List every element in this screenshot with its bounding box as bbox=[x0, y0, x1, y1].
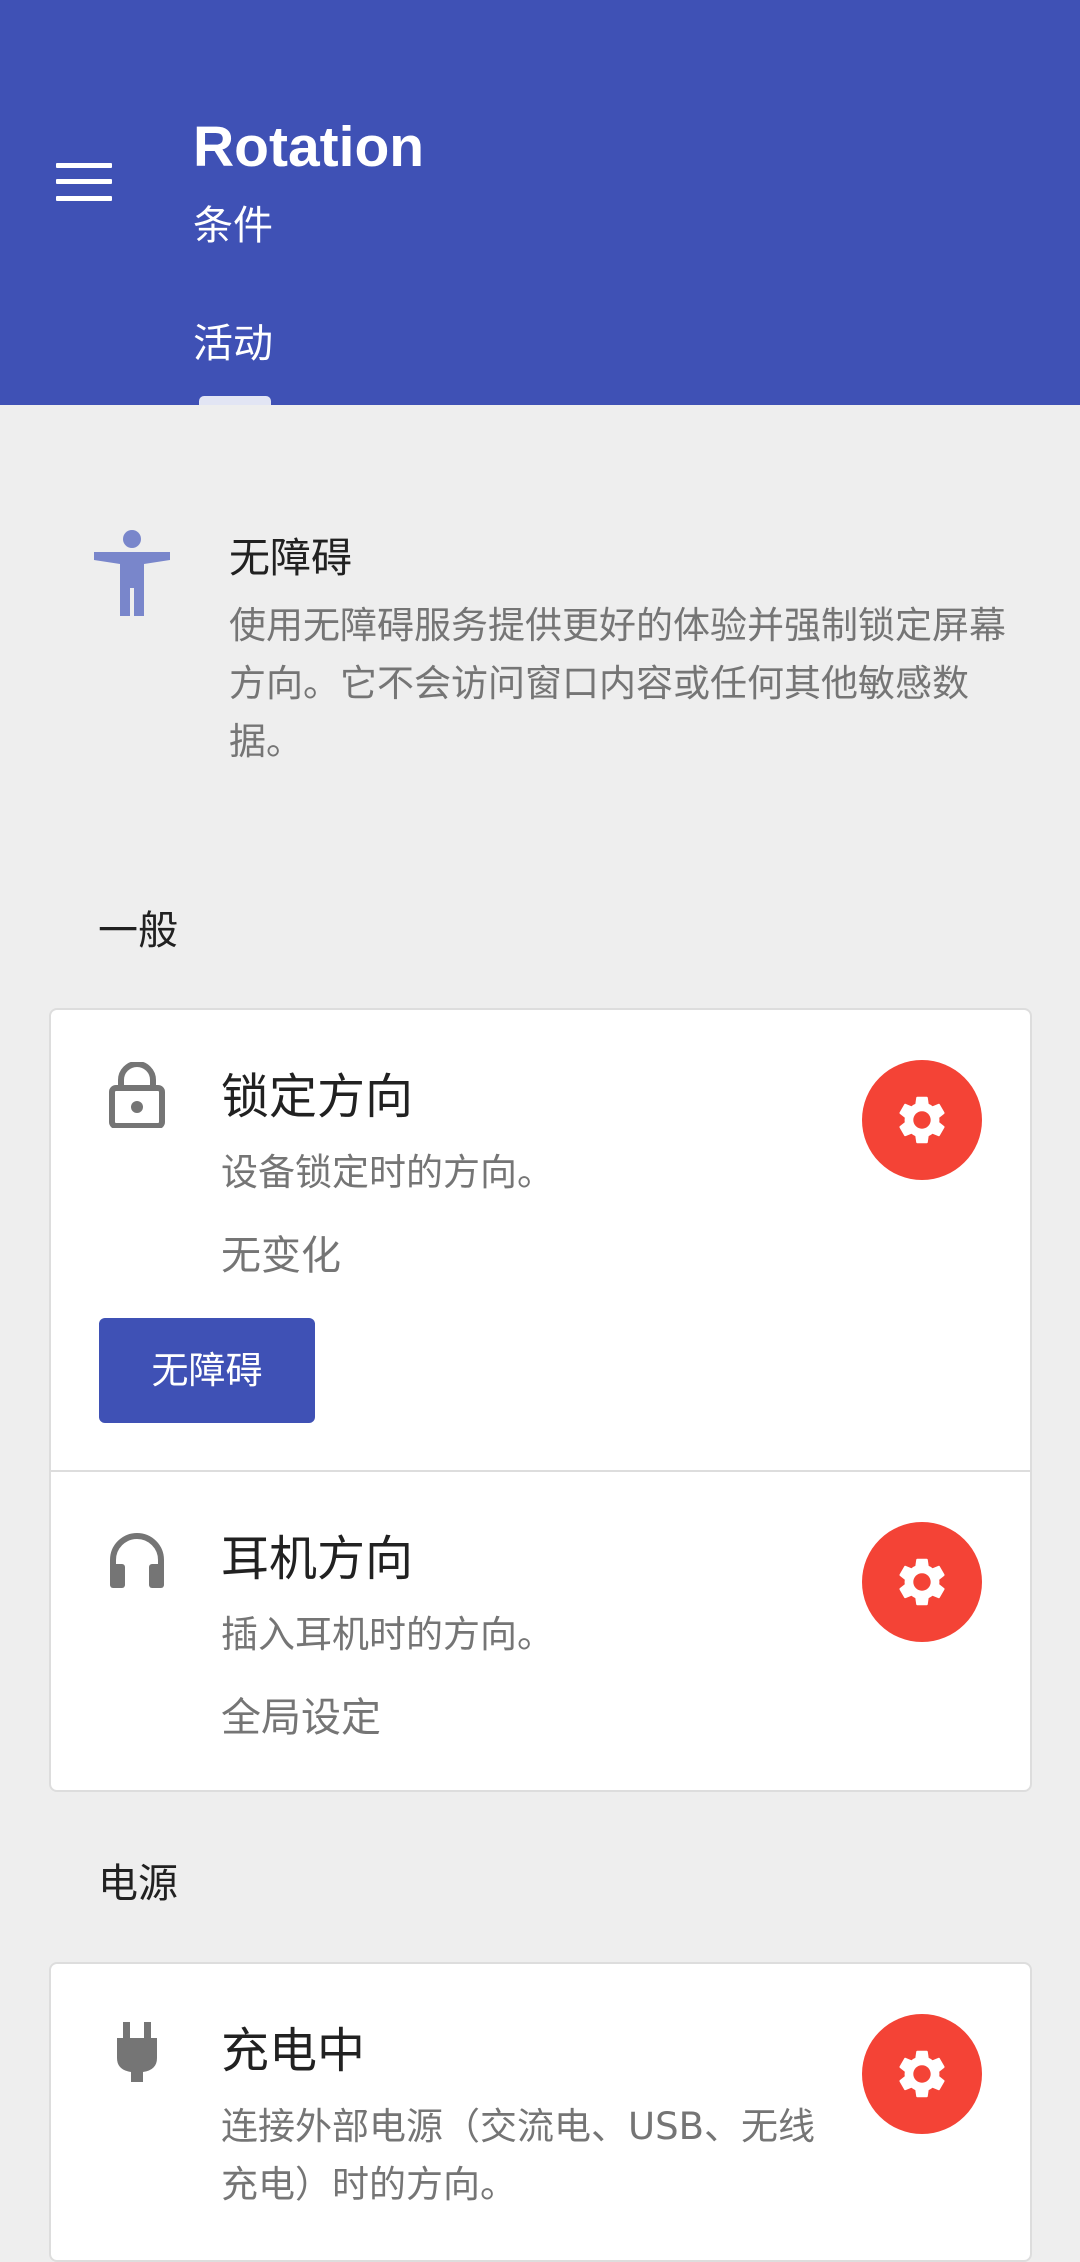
menu-icon[interactable] bbox=[56, 163, 112, 201]
lock-orientation-value[interactable]: 无变化 bbox=[221, 1230, 341, 1282]
lock-orientation-description: 设备锁定时的方向。 bbox=[221, 1151, 554, 1194]
section-header-general: 一般 bbox=[98, 908, 178, 954]
tab-activity[interactable]: 活动 bbox=[193, 318, 273, 370]
headset-orientation-value[interactable]: 全局设定 bbox=[221, 1692, 381, 1744]
lock-orientation-title: 锁定方向 bbox=[221, 1069, 414, 1125]
charging-title: 充电中 bbox=[221, 2023, 366, 2079]
accessibility-icon bbox=[94, 530, 170, 616]
general-card: 锁定方向 设备锁定时的方向。 无变化 无障碍 耳机方向 插入耳机时的方向。 全局… bbox=[49, 1008, 1032, 1792]
charging-description: 连接外部电源（交流电、USB、无线充电）时的方向。 bbox=[221, 2105, 815, 2206]
info-title: 无障碍 bbox=[229, 534, 352, 582]
power-card: 充电中 连接外部电源（交流电、USB、无线充电）时的方向。 bbox=[49, 1962, 1032, 2262]
gear-icon bbox=[899, 1558, 945, 1606]
gear-icon bbox=[899, 1096, 945, 1144]
headset-orientation-title: 耳机方向 bbox=[221, 1531, 414, 1587]
headset-orientation-settings-button[interactable] bbox=[862, 1522, 982, 1642]
lock-icon bbox=[107, 1061, 167, 1129]
section-header-power: 电源 bbox=[98, 1861, 178, 1907]
accessibility-button[interactable]: 无障碍 bbox=[99, 1318, 315, 1423]
power-plug-icon bbox=[107, 2022, 167, 2088]
headphones-icon bbox=[107, 1530, 167, 1596]
gear-icon bbox=[899, 2050, 945, 2098]
charging-settings-button[interactable] bbox=[862, 2014, 982, 2134]
lock-orientation-settings-button[interactable] bbox=[862, 1060, 982, 1180]
tab-indicator bbox=[199, 396, 271, 405]
info-description: 使用无障碍服务提供更好的体验并强制锁定屏幕方向。它不会访问窗口内容或任何其他敏感… bbox=[229, 604, 1006, 763]
app-title: Rotation bbox=[193, 115, 425, 179]
app-bar: Rotation 条件 活动 bbox=[0, 0, 1080, 405]
app-subtitle: 条件 bbox=[193, 203, 273, 249]
headset-orientation-description: 插入耳机时的方向。 bbox=[221, 1613, 554, 1656]
divider bbox=[51, 1470, 1030, 1472]
